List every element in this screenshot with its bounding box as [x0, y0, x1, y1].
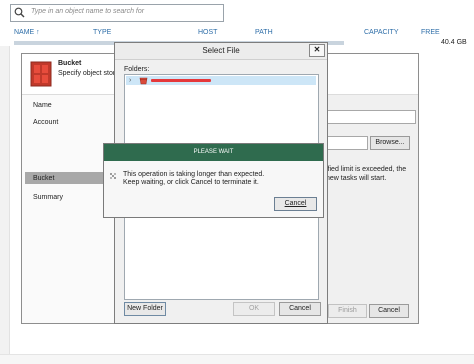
- new-folder-button[interactable]: New Folder: [124, 302, 166, 316]
- wait-message-line1: This operation is taking longer than exp…: [123, 171, 265, 178]
- please-wait-cancel-label: Cancel: [284, 200, 307, 207]
- please-wait-title: PLEASE WAIT: [104, 144, 323, 161]
- search-placeholder: Type in an object name to search for: [31, 8, 145, 15]
- redacted-bucket-name: [151, 79, 211, 82]
- finish-button[interactable]: Finish: [328, 304, 367, 318]
- bucket-icon: [139, 77, 148, 85]
- wizard-subtitle: Specify object stora: [58, 70, 120, 77]
- step-name[interactable]: Name: [33, 100, 120, 111]
- wizard-title: Bucket: [58, 60, 82, 67]
- free-space-value: 40.4 GB: [441, 39, 467, 46]
- column-header-free[interactable]: FREE: [421, 29, 440, 36]
- spinner-icon: [110, 173, 116, 179]
- column-header-name[interactable]: NAME ↑: [14, 29, 40, 36]
- browse-button[interactable]: Browse...: [370, 136, 410, 150]
- select-file-title: Select File: [115, 43, 327, 60]
- step-account[interactable]: Account: [33, 117, 120, 128]
- column-header-host[interactable]: HOST: [198, 29, 217, 36]
- search-icon: [14, 7, 25, 18]
- select-file-cancel-button[interactable]: Cancel: [279, 302, 321, 316]
- left-panel-edge: [0, 46, 10, 363]
- object-storage-icon: [30, 61, 52, 87]
- column-header-type[interactable]: TYPE: [93, 29, 111, 36]
- folder-field[interactable]: [322, 136, 368, 150]
- limit-description: ified limit is exceeded, the new tasks w…: [326, 166, 407, 182]
- close-icon[interactable]: ✕: [309, 44, 325, 57]
- please-wait-cancel-button[interactable]: Cancel: [274, 197, 317, 211]
- column-header-capacity[interactable]: CAPACITY: [364, 29, 399, 36]
- please-wait-dialog: PLEASE WAIT This operation is taking lon…: [103, 143, 324, 218]
- folders-label: Folders:: [124, 66, 150, 73]
- tree-node[interactable]: ›: [126, 76, 316, 85]
- bucket-select[interactable]: [322, 110, 416, 124]
- column-header-path[interactable]: PATH: [255, 29, 273, 36]
- wait-message-line2: Keep waiting, or click Cancel to termina…: [123, 179, 259, 186]
- ok-button[interactable]: OK: [233, 302, 275, 316]
- wizard-cancel-button[interactable]: Cancel: [369, 304, 409, 318]
- expand-icon[interactable]: ›: [129, 76, 131, 85]
- search-box[interactable]: Type in an object name to search for: [10, 4, 224, 22]
